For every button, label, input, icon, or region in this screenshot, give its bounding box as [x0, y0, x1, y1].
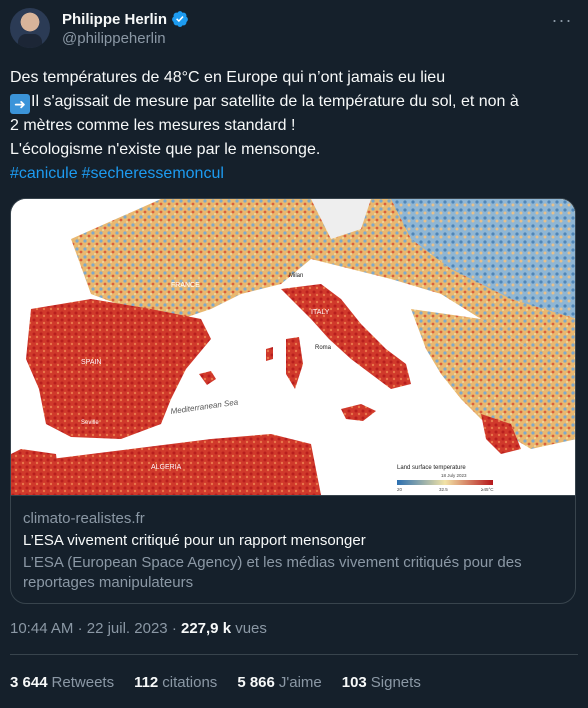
- hashtags: #canicule #secheressemoncul: [10, 162, 578, 186]
- tweet-header: Philippe Herlin @philippeherlin ···: [10, 8, 578, 52]
- legend-title: Land surface temperature: [397, 465, 466, 471]
- card-title: L’ESA vivement critiqué pour un rapport …: [23, 532, 366, 549]
- tweet-stats: 3 644 Retweets 112 citations 5 866 J'aime 1…: [10, 674, 421, 691]
- tweet: Philippe Herlin @philippeherlin ··· Des …: [0, 0, 588, 708]
- display-name[interactable]: Philippe Herlin: [62, 11, 167, 28]
- tweet-time[interactable]: 10:44 AM: [10, 620, 73, 637]
- tweet-meta: 10:44 AM · 22 juil. 2023 · 227,9 k vues: [10, 620, 267, 637]
- views-label: vues: [235, 620, 267, 637]
- card-info[interactable]: climato-realistes.fr L’ESA vivement crit…: [11, 495, 575, 603]
- card-description: L’ESA (European Space Agency) et les méd…: [23, 554, 522, 591]
- verified-badge-icon: [172, 11, 188, 27]
- user-handle[interactable]: @philippeherlin: [62, 30, 166, 47]
- temperature-map-svg: FRANCE ITALY SPAIN ALGERIA Milan Roma Se…: [11, 199, 575, 495]
- retweets-count: 3 644: [10, 674, 48, 691]
- tweet-line-3: 2 mètres comme les mesures standard !: [10, 117, 296, 134]
- meta-separator: ·: [171, 620, 177, 637]
- map-label-france: FRANCE: [171, 282, 200, 289]
- tweet-text: Des températures de 48°C en Europe qui n…: [10, 66, 578, 186]
- bookmarks-count: 103: [341, 674, 367, 691]
- retweets-stat[interactable]: 3 644 Retweets: [10, 674, 114, 691]
- legend-max: ≥45°C: [481, 487, 494, 492]
- tweet-line-2: Il s'agissait de mesure par satellite de…: [31, 93, 519, 110]
- more-options-icon[interactable]: ···: [550, 10, 574, 30]
- tweet-line-1: Des températures de 48°C en Europe qui n…: [10, 69, 446, 86]
- link-card[interactable]: FRANCE ITALY SPAIN ALGERIA Milan Roma Se…: [10, 198, 576, 604]
- map-label-spain: SPAIN: [81, 359, 102, 366]
- tweet-line-4: L'écologisme n'existe que par le mensong…: [10, 141, 321, 158]
- likes-label: J'aime: [278, 674, 322, 691]
- card-domain: climato-realistes.fr: [23, 510, 145, 527]
- quotes-stat[interactable]: 112 citations: [134, 674, 217, 691]
- likes-stat[interactable]: 5 866 J'aime: [237, 674, 321, 691]
- avatar[interactable]: [10, 8, 50, 48]
- views-count: 227,9 k: [180, 620, 232, 637]
- likes-count: 5 866: [237, 674, 275, 691]
- map-label-italy: ITALY: [311, 309, 330, 316]
- bookmarks-label: Signets: [370, 674, 421, 691]
- tweet-line-2-wrapper: ➜ Il s'agissait de mesure par satellite d…: [10, 90, 578, 114]
- legend-mid: 32.5: [439, 487, 448, 492]
- quotes-label: citations: [162, 674, 218, 691]
- card-image-temperature-map[interactable]: FRANCE ITALY SPAIN ALGERIA Milan Roma Se…: [11, 199, 575, 495]
- meta-separator: ·: [77, 620, 83, 637]
- tweet-date[interactable]: 22 juil. 2023: [87, 620, 168, 637]
- map-label-rome: Roma: [315, 345, 332, 351]
- hashtag-link[interactable]: #canicule: [10, 165, 78, 182]
- name-row: Philippe Herlin: [62, 10, 189, 28]
- legend-color-bar: [397, 480, 493, 485]
- map-label-milan: Milan: [289, 273, 303, 279]
- hashtag-link[interactable]: #secheressemoncul: [82, 165, 224, 182]
- legend-date: 18 July 2023: [441, 473, 467, 478]
- map-label-algeria: ALGERIA: [151, 464, 182, 471]
- bookmarks-stat[interactable]: 103 Signets: [342, 674, 421, 691]
- legend-min: 20: [397, 487, 403, 492]
- divider: [10, 654, 578, 655]
- map-label-seville: Seville: [81, 420, 99, 426]
- right-arrow-emoji-icon: ➜: [10, 94, 30, 114]
- quotes-count: 112: [134, 674, 159, 691]
- retweets-label: Retweets: [51, 674, 115, 691]
